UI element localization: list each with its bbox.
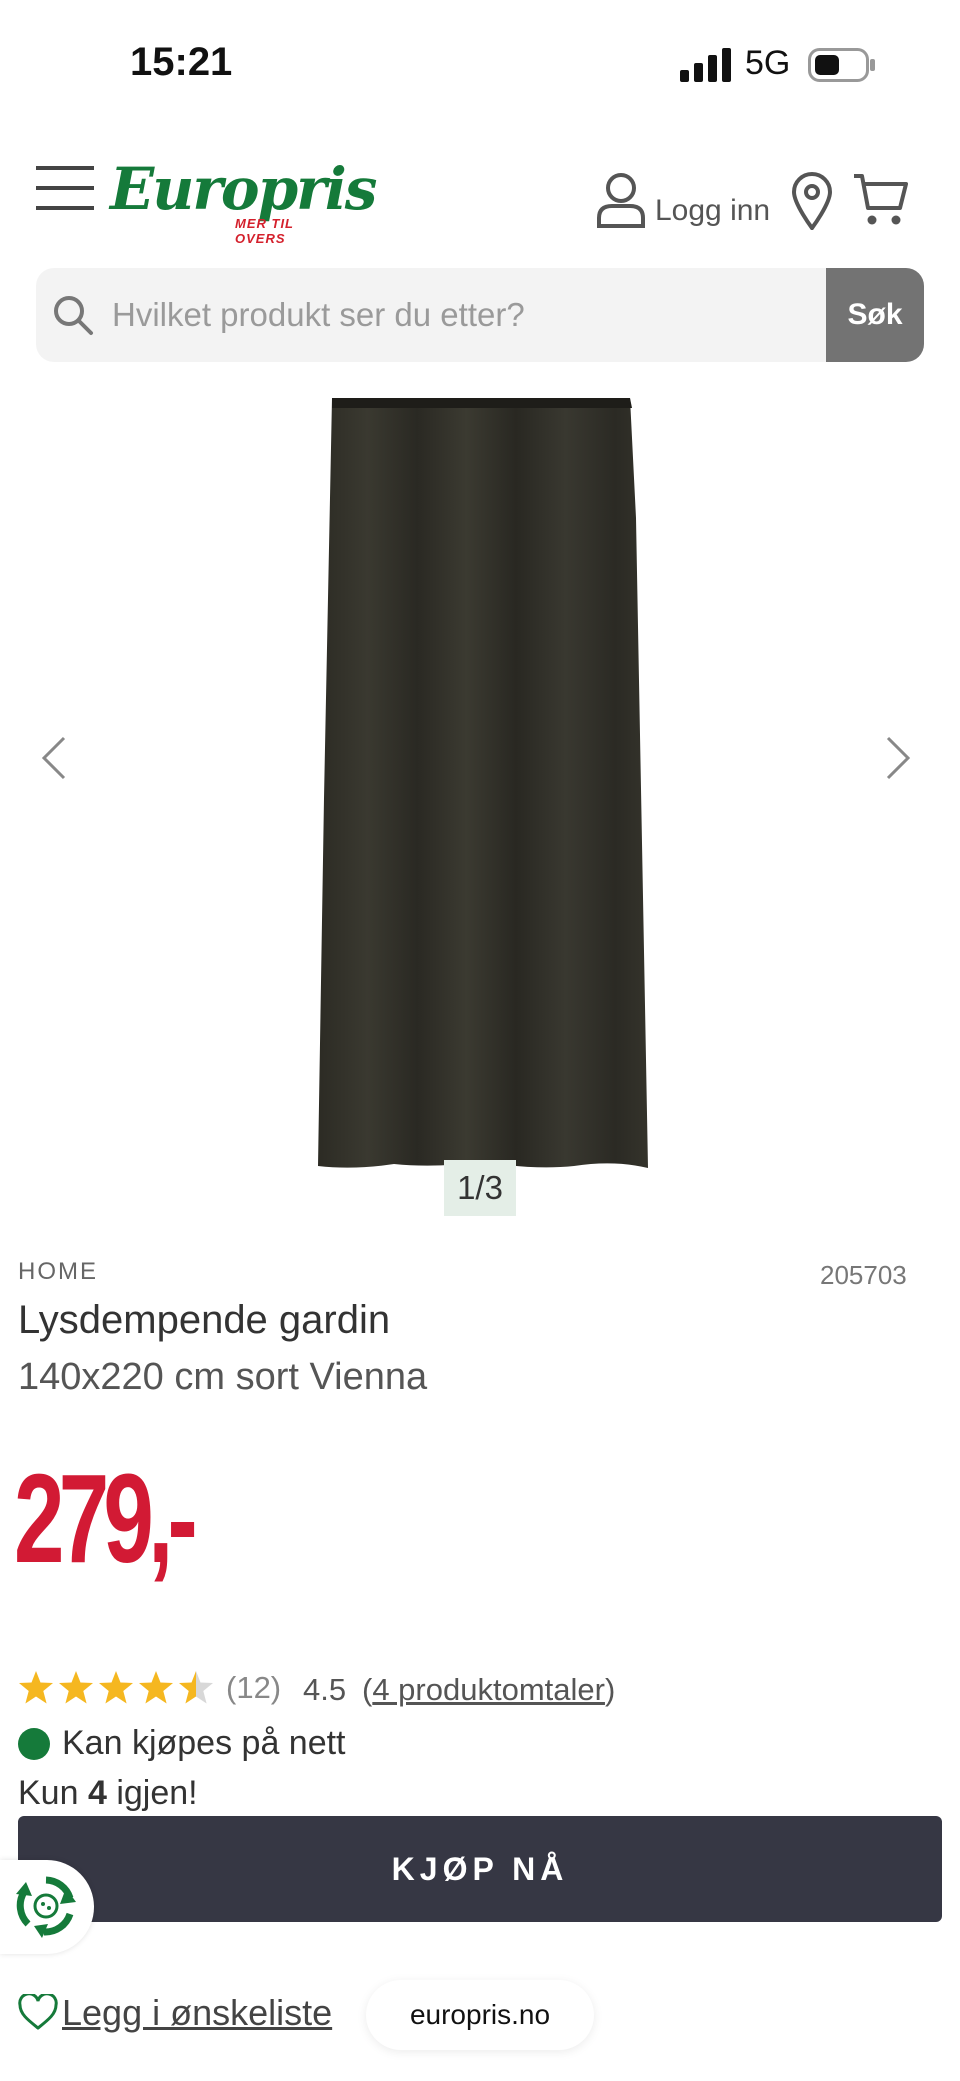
star-icon bbox=[59, 1671, 93, 1704]
product-brand: HOME bbox=[18, 1258, 98, 1285]
user-icon[interactable] bbox=[596, 172, 646, 228]
availability-status-dot bbox=[18, 1728, 50, 1760]
availability-text: Kan kjøpes på nett bbox=[62, 1724, 346, 1762]
product-image[interactable] bbox=[314, 398, 652, 1170]
stock-prefix: Kun bbox=[18, 1774, 88, 1812]
rating-value: 4.5 bbox=[303, 1672, 347, 1707]
menu-icon[interactable] bbox=[36, 166, 94, 210]
network-type: 5G bbox=[745, 44, 791, 82]
signal-icon bbox=[680, 48, 731, 82]
star-icon bbox=[19, 1671, 53, 1704]
stock-suffix: igjen! bbox=[106, 1774, 198, 1812]
reviews-link[interactable]: (4 produktomtaler) bbox=[362, 1672, 615, 1708]
wishlist-link[interactable]: Legg i ønskeliste bbox=[62, 1992, 332, 2034]
product-sku: 205703 bbox=[820, 1260, 907, 1290]
search-button[interactable]: Søk bbox=[826, 268, 924, 362]
star-icon bbox=[99, 1671, 133, 1704]
stock-text: Kun 4 igjen! bbox=[18, 1774, 198, 1813]
reviews-link-text[interactable]: 4 produktomtaler bbox=[372, 1672, 605, 1707]
gallery-prev-arrow-icon[interactable] bbox=[40, 736, 68, 780]
battery-icon bbox=[808, 48, 875, 82]
stock-count: 4 bbox=[87, 1774, 107, 1812]
rating-stars bbox=[19, 1671, 213, 1704]
star-icon bbox=[139, 1671, 173, 1704]
logo-tagline: MER TIL OVERS bbox=[235, 216, 294, 246]
gallery-counter: 1/3 bbox=[444, 1160, 516, 1216]
heart-icon[interactable] bbox=[18, 1994, 58, 2030]
europris-logo[interactable]: Europris MER TIL OVERS bbox=[110, 160, 377, 246]
location-pin-icon[interactable] bbox=[790, 172, 834, 230]
search-input[interactable] bbox=[112, 268, 852, 362]
product-subtitle: 140x220 cm sort Vienna bbox=[18, 1356, 428, 1398]
search-icon bbox=[54, 296, 93, 335]
recycle-icon bbox=[16, 1876, 76, 1938]
cart-icon[interactable] bbox=[852, 172, 910, 228]
product-title: Lysdempende gardin bbox=[18, 1298, 391, 1342]
search-bar: Søk bbox=[36, 268, 924, 362]
gallery-next-arrow-icon[interactable] bbox=[884, 736, 912, 780]
logo-wordmark: Europris bbox=[110, 155, 377, 223]
buy-now-button[interactable]: KJØP NÅ bbox=[18, 1816, 942, 1922]
product-price: 279,- bbox=[14, 1448, 198, 1589]
recycle-badge[interactable] bbox=[0, 1860, 94, 1954]
review-count: (12) bbox=[226, 1670, 282, 1705]
browser-url-bar[interactable]: europris.no bbox=[366, 1980, 594, 2050]
login-link[interactable]: Logg inn bbox=[655, 194, 770, 228]
star-half-icon bbox=[179, 1671, 213, 1704]
status-time: 15:21 bbox=[130, 40, 233, 84]
